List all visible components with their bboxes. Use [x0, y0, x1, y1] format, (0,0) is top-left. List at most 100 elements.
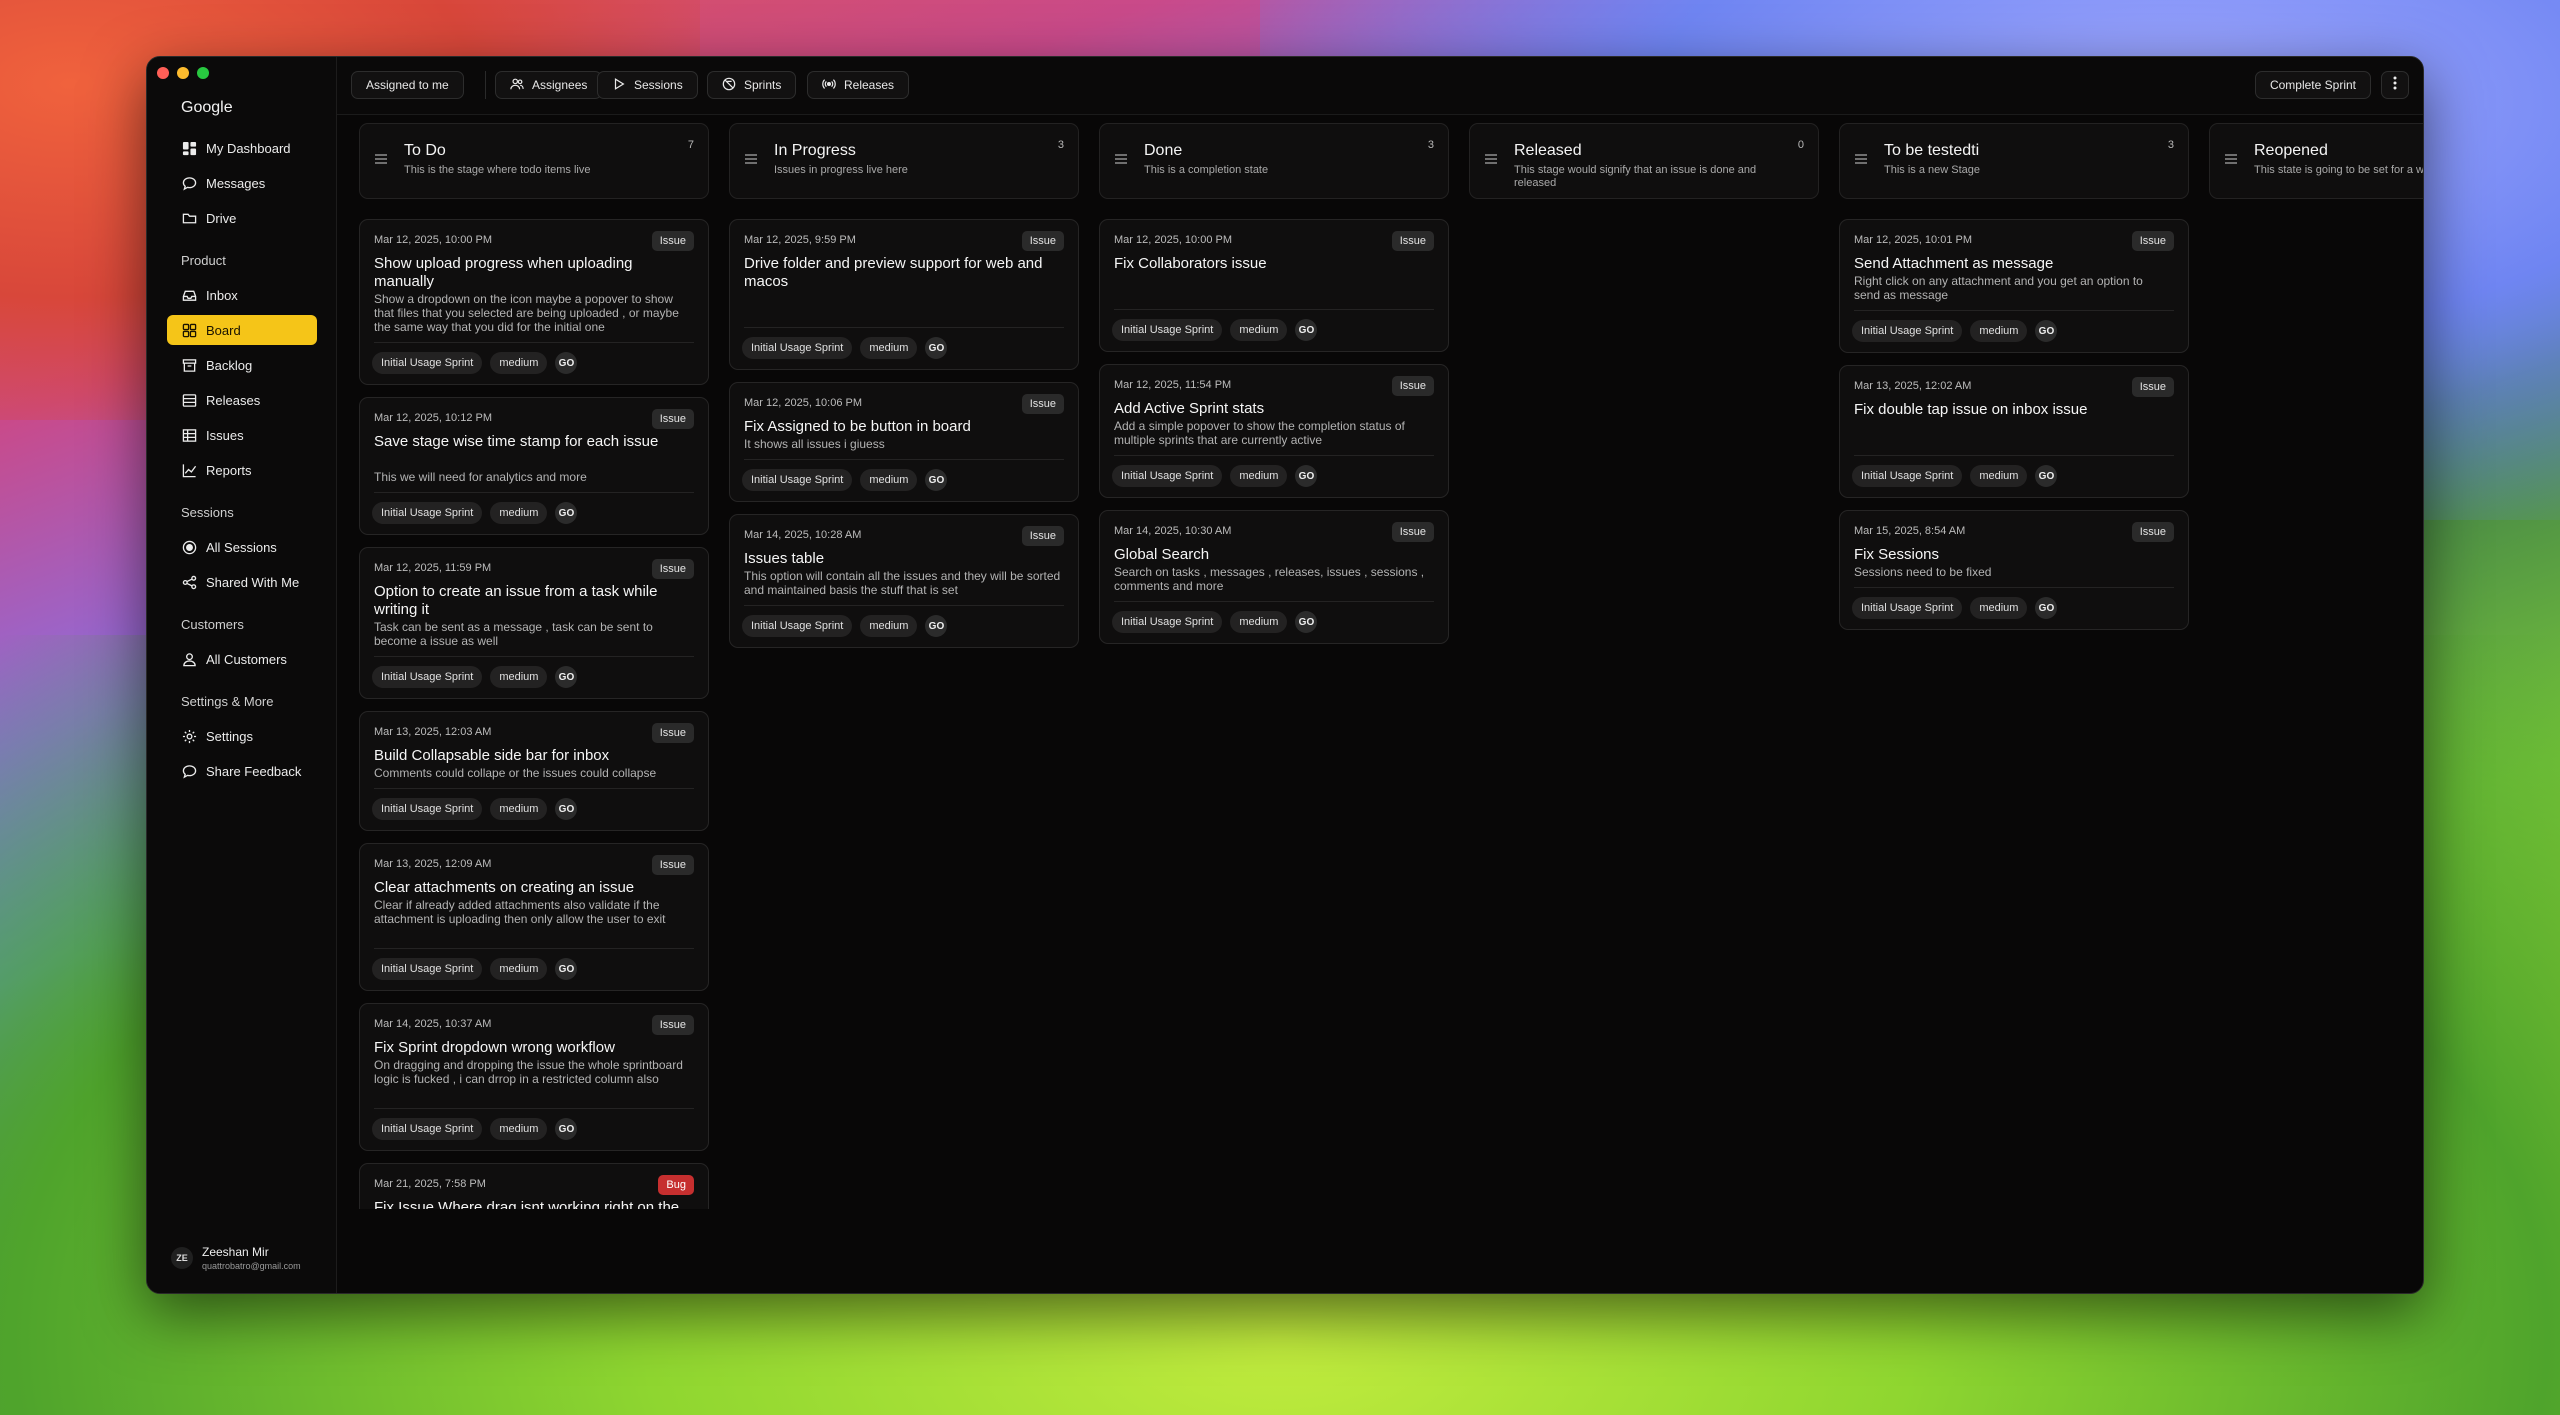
issue-card[interactable]: Mar 13, 2025, 12:03 AM Issue Build Collaps…: [359, 711, 709, 831]
sidebar-item-all-sessions[interactable]: All Sessions: [167, 532, 317, 562]
issue-card[interactable]: Mar 15, 2025, 8:54 AM Issue Fix Sessions Se…: [1839, 510, 2189, 630]
close-window-button[interactable]: [157, 67, 169, 79]
column-header[interactable]: To Do This is the stage where todo items …: [359, 123, 709, 199]
priority-tag[interactable]: medium: [490, 798, 548, 820]
drag-handle-icon[interactable]: [744, 152, 758, 166]
issue-card[interactable]: Mar 12, 2025, 10:00 PM Issue Fix Collabora…: [1099, 219, 1449, 352]
sprint-tag[interactable]: Initial Usage Sprint: [742, 615, 853, 637]
minimize-window-button[interactable]: [177, 67, 189, 79]
issue-card[interactable]: Mar 12, 2025, 10:12 PM Issue Save stage wi…: [359, 397, 709, 535]
zoom-window-button[interactable]: [197, 67, 209, 79]
org-name[interactable]: Google: [181, 99, 233, 117]
column-header[interactable]: To be testedti This is a new Stage 3: [1839, 123, 2189, 199]
sidebar-item-reports[interactable]: Reports: [167, 455, 317, 485]
issue-card[interactable]: Mar 12, 2025, 10:06 PM Issue Fix Assigned …: [729, 382, 1079, 502]
assigned-to-me-button[interactable]: Assigned to me: [351, 71, 464, 99]
issue-card[interactable]: Mar 12, 2025, 10:01 PM Issue Send Attachme…: [1839, 219, 2189, 353]
sprint-tag[interactable]: Initial Usage Sprint: [372, 798, 483, 820]
assignees-button[interactable]: Assignees: [495, 71, 603, 99]
priority-tag[interactable]: medium: [490, 502, 548, 524]
priority-tag[interactable]: medium: [490, 352, 548, 374]
sidebar-item-messages[interactable]: Messages: [167, 168, 317, 198]
priority-tag[interactable]: medium: [1230, 465, 1288, 487]
sidebar-item-inbox[interactable]: Inbox: [167, 280, 317, 310]
sprint-tag[interactable]: Initial Usage Sprint: [372, 958, 483, 980]
sidebar-item-backlog[interactable]: Backlog: [167, 350, 317, 380]
sprint-tag[interactable]: Initial Usage Sprint: [1112, 465, 1223, 487]
column-header[interactable]: Released This stage would signify that an…: [1469, 123, 1819, 199]
issue-card[interactable]: Mar 12, 2025, 11:54 PM Issue Add Active Sp…: [1099, 364, 1449, 498]
assignee-avatar[interactable]: GO: [1295, 611, 1318, 633]
user-profile[interactable]: ZE Zeeshan Mir quattrobatro@gmail.com: [171, 1245, 301, 1271]
issue-date: Mar 14, 2025, 10:37 AM: [374, 1018, 492, 1030]
sidebar-item-all-customers[interactable]: All Customers: [167, 644, 317, 674]
priority-tag[interactable]: medium: [490, 1118, 548, 1140]
sprint-tag[interactable]: Initial Usage Sprint: [1852, 597, 1963, 619]
priority-tag[interactable]: medium: [1970, 320, 2028, 342]
assignee-avatar[interactable]: GO: [1295, 319, 1318, 341]
complete-sprint-button[interactable]: Complete Sprint: [2254, 71, 2371, 99]
assignee-avatar[interactable]: GO: [1295, 465, 1318, 487]
sprint-tag[interactable]: Initial Usage Sprint: [372, 666, 483, 688]
assignee-avatar[interactable]: GO: [555, 502, 578, 524]
more-options-button[interactable]: [2381, 71, 2409, 99]
sidebar-item-issues[interactable]: Issues: [167, 420, 317, 450]
priority-tag[interactable]: medium: [1230, 611, 1288, 633]
assignee-avatar[interactable]: GO: [925, 337, 948, 359]
column-header[interactable]: In Progress Issues in progress live here 3: [729, 123, 1079, 199]
releases-button[interactable]: Releases: [807, 71, 910, 99]
sidebar-item-board[interactable]: Board: [167, 315, 317, 345]
sprint-tag[interactable]: Initial Usage Sprint: [372, 352, 483, 374]
sprint-tag[interactable]: Initial Usage Sprint: [1112, 611, 1223, 633]
issue-card[interactable]: Mar 12, 2025, 11:59 PM Issue Option to cre…: [359, 547, 709, 699]
assignee-avatar[interactable]: GO: [555, 958, 578, 980]
drag-handle-icon[interactable]: [2224, 152, 2238, 166]
priority-tag[interactable]: medium: [490, 958, 548, 980]
sidebar-item-share-feedback[interactable]: Share Feedback: [167, 756, 317, 786]
sprint-tag[interactable]: Initial Usage Sprint: [742, 337, 853, 359]
sprint-tag[interactable]: Initial Usage Sprint: [742, 469, 853, 491]
issue-card[interactable]: Mar 12, 2025, 9:59 PM Issue Drive folder a…: [729, 219, 1079, 370]
priority-tag[interactable]: medium: [1970, 465, 2028, 487]
assignee-avatar[interactable]: GO: [925, 615, 948, 637]
assignee-avatar[interactable]: GO: [2035, 320, 2058, 342]
issue-card[interactable]: Mar 14, 2025, 10:30 AM Issue Global Search…: [1099, 510, 1449, 644]
sidebar-item-releases[interactable]: Releases: [167, 385, 317, 415]
column-header[interactable]: Done This is a completion state 3: [1099, 123, 1449, 199]
issue-card[interactable]: Mar 14, 2025, 10:37 AM Issue Fix Sprint dr…: [359, 1003, 709, 1151]
sidebar-item-my-dashboard[interactable]: My Dashboard: [167, 133, 317, 163]
sprint-tag[interactable]: Initial Usage Sprint: [372, 1118, 483, 1140]
assignee-avatar[interactable]: GO: [925, 469, 948, 491]
column-header[interactable]: Reopened This state is going to be set fo…: [2209, 123, 2423, 199]
sidebar-item-settings[interactable]: Settings: [167, 721, 317, 751]
sprint-tag[interactable]: Initial Usage Sprint: [372, 502, 483, 524]
priority-tag[interactable]: medium: [860, 469, 918, 491]
sidebar-item-shared-with-me[interactable]: Shared With Me: [167, 567, 317, 597]
assignee-avatar[interactable]: GO: [555, 352, 578, 374]
sprint-tag[interactable]: Initial Usage Sprint: [1852, 320, 1963, 342]
drag-handle-icon[interactable]: [374, 152, 388, 166]
priority-tag[interactable]: medium: [860, 337, 918, 359]
assignee-avatar[interactable]: GO: [2035, 465, 2058, 487]
priority-tag[interactable]: medium: [1230, 319, 1288, 341]
priority-tag[interactable]: medium: [490, 666, 548, 688]
assignee-avatar[interactable]: GO: [555, 1118, 578, 1140]
issue-card[interactable]: Mar 14, 2025, 10:28 AM Issue Issues table T…: [729, 514, 1079, 648]
sidebar-item-drive[interactable]: Drive: [167, 203, 317, 233]
issue-card[interactable]: Mar 12, 2025, 10:00 PM Issue Show upload p…: [359, 219, 709, 385]
drag-handle-icon[interactable]: [1484, 152, 1498, 166]
sprints-button[interactable]: Sprints: [707, 71, 797, 99]
assignee-avatar[interactable]: GO: [2035, 597, 2058, 619]
issue-card[interactable]: Mar 21, 2025, 7:58 PM Bug Fix Issue Where …: [359, 1163, 709, 1209]
issue-card[interactable]: Mar 13, 2025, 12:09 AM Issue Clear attachm…: [359, 843, 709, 991]
drag-handle-icon[interactable]: [1854, 152, 1868, 166]
sprint-tag[interactable]: Initial Usage Sprint: [1112, 319, 1223, 341]
drag-handle-icon[interactable]: [1114, 152, 1128, 166]
sprint-tag[interactable]: Initial Usage Sprint: [1852, 465, 1963, 487]
sessions-button[interactable]: Sessions: [597, 71, 698, 99]
assignee-avatar[interactable]: GO: [555, 666, 578, 688]
priority-tag[interactable]: medium: [1970, 597, 2028, 619]
priority-tag[interactable]: medium: [860, 615, 918, 637]
assignee-avatar[interactable]: GO: [555, 798, 578, 820]
issue-card[interactable]: Mar 13, 2025, 12:02 AM Issue Fix double ta…: [1839, 365, 2189, 498]
